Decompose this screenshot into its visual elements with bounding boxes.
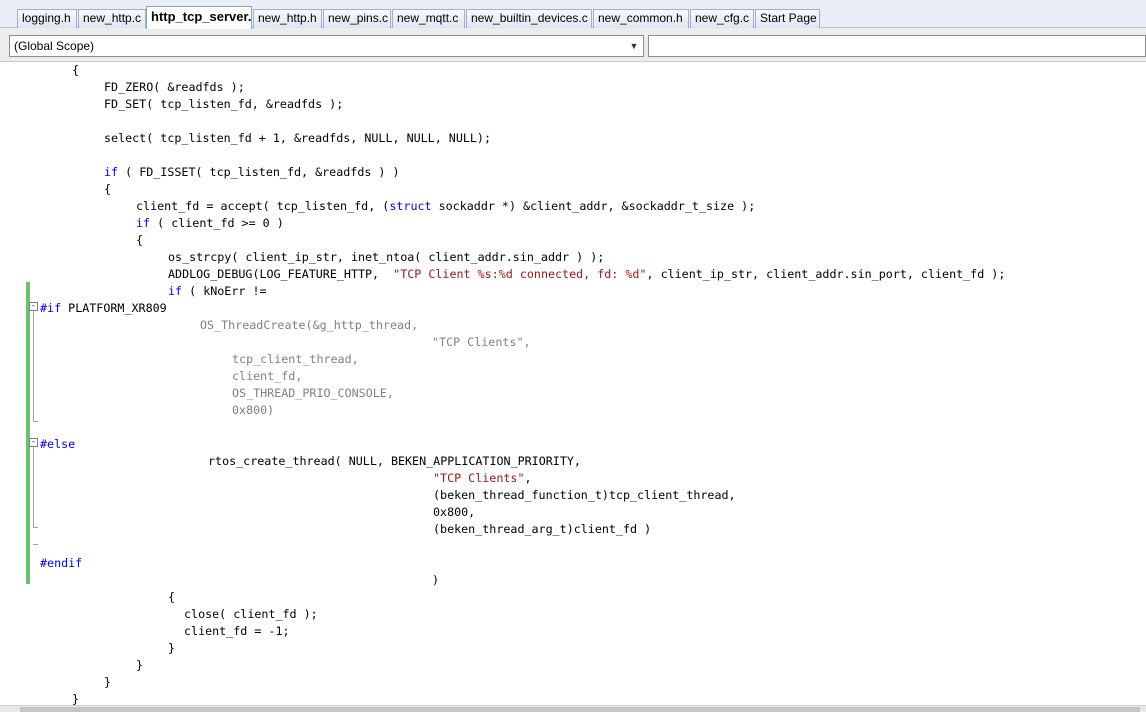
fold-collapse-icon[interactable]: - [29,302,38,311]
code-line: os_strcpy( client_ip_str, inet_ntoa( cli… [168,250,605,264]
change-tracking-bar [26,282,30,584]
code-line: rtos_create_thread( NULL, BEKEN_APPLICAT… [208,454,581,468]
tab-start-page[interactable]: Start Page [755,9,820,28]
code-line: { [136,233,144,247]
tab-new-common-h[interactable]: new_common.h [593,9,689,28]
code-line: "TCP Clients", [432,335,531,349]
horizontal-scrollbar[interactable] [0,705,1146,712]
code-line: } [136,658,144,672]
code-line: ) [432,573,440,587]
code-line: if ( kNoErr != [168,284,267,298]
editor-margin: - - [0,62,38,705]
fold-guide-line [33,311,34,421]
tab-new-cfg-c[interactable]: new_cfg.c [690,9,754,28]
tab-label: http_tcp_server.c [151,9,252,24]
tab-label: new_mqtt.c [397,11,459,25]
fold-guide-end [33,544,38,545]
tab-label: Start Page [760,11,817,25]
code-line: FD_SET( tcp_listen_fd, &readfds ); [104,97,344,111]
code-line: } [168,641,176,655]
code-line: close( client_fd ); [184,607,318,621]
code-editor[interactable]: - - { FD_ZERO( &readfds ); FD_SET( tcp_l… [0,62,1146,705]
fold-collapse-icon[interactable]: - [29,438,38,447]
tab-logging-h[interactable]: logging.h [17,9,77,28]
code-line: (beken_thread_function_t)tcp_client_thre… [433,488,736,502]
scope-dropdown-value: (Global Scope) [14,39,95,53]
code-line: { [168,590,176,604]
fold-guide-end [33,421,38,422]
code-line: FD_ZERO( &readfds ); [104,80,245,94]
member-dropdown[interactable] [648,35,1146,57]
code-line: } [104,675,112,689]
navigation-bar: (Global Scope) ▼ [0,28,1146,62]
code-line: client_fd = accept( tcp_listen_fd, (stru… [136,199,756,213]
code-line: { [72,63,80,77]
tab-label: logging.h [22,11,71,25]
tab-new-http-c[interactable]: new_http.c [78,9,146,28]
tab-new-mqtt-c[interactable]: new_mqtt.c [392,9,465,28]
code-line: 0x800, [433,505,476,519]
fold-guide-line [33,447,34,527]
code-line: 0x800) [232,403,275,417]
scope-dropdown[interactable]: (Global Scope) ▼ [9,35,644,57]
tab-http-tcp-server-c[interactable]: http_tcp_server.c [146,6,252,29]
code-line: (beken_thread_arg_t)client_fd ) [433,522,652,536]
code-line: if ( client_fd >= 0 ) [136,216,284,230]
code-line: #else [40,437,76,451]
tab-label: new_http.h [258,11,317,25]
code-line: } [72,692,80,705]
fold-guide-end [33,527,38,528]
code-line: if ( FD_ISSET( tcp_listen_fd, &readfds )… [104,165,400,179]
code-line: tcp_client_thread, [232,352,359,366]
code-line: client_fd, [232,369,303,383]
document-tab-bar: logging.h new_http.c http_tcp_server.c n… [0,0,1146,29]
tab-label: new_http.c [83,11,142,25]
code-line: #endif [40,556,83,570]
chevron-down-icon[interactable]: ▼ [627,36,641,56]
tab-label: new_builtin_devices.c [471,11,588,25]
code-line: OS_THREAD_PRIO_CONSOLE, [232,386,394,400]
scrollbar-thumb[interactable] [20,707,1140,712]
tab-label: new_pins.c [328,11,389,25]
code-line: OS_ThreadCreate(&g_http_thread, [200,318,419,332]
tab-new-pins-c[interactable]: new_pins.c [323,9,391,28]
code-line: ADDLOG_DEBUG(LOG_FEATURE_HTTP, "TCP Clie… [168,267,1006,281]
code-line: { [104,182,112,196]
tab-new-http-h[interactable]: new_http.h [253,9,322,28]
code-line: client_fd = -1; [184,624,290,638]
code-line: select( tcp_listen_fd + 1, &readfds, NUL… [104,131,492,145]
tab-new-builtin-devices-c[interactable]: new_builtin_devices.c [466,9,592,28]
tab-label: new_common.h [598,11,683,25]
code-line: "TCP Clients", [433,471,532,485]
code-line: #if PLATFORM_XR809 [40,301,167,315]
tab-label: new_cfg.c [695,11,750,25]
